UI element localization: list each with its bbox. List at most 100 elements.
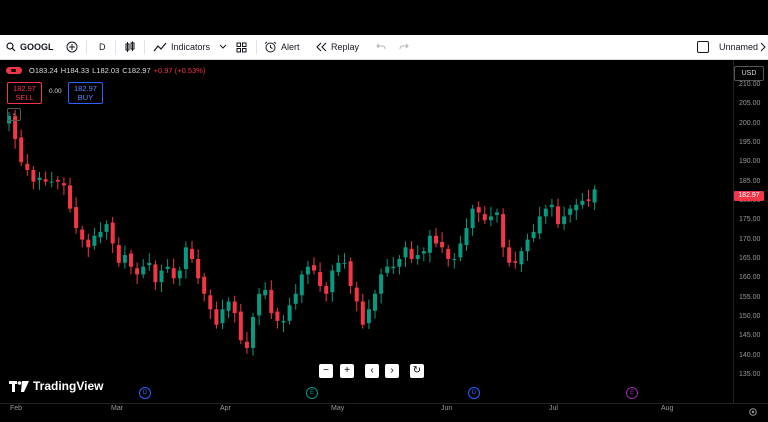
candle	[434, 228, 438, 248]
price-tick-label: 175.00	[739, 216, 761, 224]
spread-value: 0.00	[49, 88, 62, 95]
price-tick-label: 140.00	[739, 351, 761, 359]
candle	[421, 247, 426, 262]
divider	[115, 40, 116, 54]
candle	[415, 245, 420, 265]
candle	[549, 198, 554, 217]
time-tick-label: Mar	[111, 405, 124, 412]
price-tick-label: 185.00	[739, 177, 761, 185]
chevron-left-icon: ‹	[370, 365, 374, 376]
zoom-out-button[interactable]: −	[319, 364, 333, 378]
candle	[190, 241, 194, 263]
rewind-icon	[316, 42, 327, 52]
indicators-dropdown[interactable]	[219, 35, 227, 59]
candle	[440, 232, 445, 254]
tradingview-logo[interactable]: TradingView	[9, 379, 103, 393]
more-button[interactable]	[760, 35, 768, 59]
candle	[37, 171, 42, 190]
collapse-legend-button[interactable]: ⌄	[7, 108, 21, 121]
divider	[256, 40, 257, 54]
sell-price: 182.97	[13, 84, 36, 93]
price-tick-label: 155.00	[739, 293, 761, 301]
price-tick-label: 150.00	[739, 312, 761, 320]
reset-chart-button[interactable]: ↻	[410, 364, 424, 378]
candle	[348, 257, 353, 294]
candle	[366, 299, 371, 329]
candle	[427, 229, 432, 263]
price-tick-label: 210.00	[739, 80, 761, 88]
zoom-in-button[interactable]: +	[340, 364, 354, 378]
candle	[135, 262, 140, 285]
candle	[568, 204, 573, 223]
candle	[238, 303, 243, 345]
event-marker[interactable]: D	[468, 387, 480, 399]
ohlc-legend: O183.24 H184.33 L182.03 C182.97 +0.97 (+…	[6, 66, 205, 75]
candle	[202, 272, 207, 302]
sell-button[interactable]: 182.97 SELL	[7, 82, 42, 104]
top-toolbar: GOOGL D Indicators Alert Replay Unnamed	[0, 35, 768, 60]
layout-name-button[interactable]: Unnamed	[697, 35, 758, 59]
time-tick-label: Apr	[220, 405, 231, 412]
candle	[68, 177, 72, 213]
candle	[452, 253, 457, 269]
candles-icon	[125, 41, 135, 52]
alert-button[interactable]: Alert	[264, 35, 300, 59]
indicators-label: Indicators	[171, 42, 211, 52]
candle	[159, 264, 164, 292]
buy-button[interactable]: 182.97 BUY	[68, 82, 103, 104]
candle	[226, 297, 231, 319]
alert-label: Alert	[281, 42, 300, 52]
chevron-down-icon: ⌄	[11, 110, 17, 117]
search-icon	[6, 42, 16, 52]
chart-area[interactable]: O183.24 H184.33 L182.03 C182.97 +0.97 (+…	[0, 60, 768, 416]
scroll-left-button[interactable]: ‹	[365, 364, 379, 378]
settings-button[interactable]	[748, 404, 758, 422]
alarm-clock-icon	[264, 41, 277, 53]
visibility-toggle-icon[interactable]	[6, 67, 22, 74]
undo-button[interactable]	[376, 35, 386, 59]
layouts-button[interactable]	[236, 35, 247, 59]
candle	[269, 280, 274, 319]
interval-button[interactable]: D	[99, 35, 106, 59]
candle	[336, 255, 341, 276]
candle	[562, 206, 567, 230]
candle	[55, 176, 60, 190]
candle	[74, 197, 79, 234]
buy-label: BUY	[77, 93, 94, 102]
candle	[543, 204, 548, 225]
compare-button[interactable]	[66, 35, 78, 59]
candle	[171, 258, 176, 285]
checkbox-icon	[697, 41, 709, 53]
redo-button[interactable]	[399, 35, 409, 59]
candle	[513, 251, 518, 269]
candle	[385, 258, 390, 277]
candle	[330, 264, 335, 302]
indicators-button[interactable]: Indicators	[153, 35, 210, 59]
low-value: L182.03	[92, 66, 120, 75]
event-marker[interactable]: E	[626, 387, 638, 399]
candle	[92, 228, 97, 250]
divider	[144, 40, 145, 54]
candle	[495, 208, 499, 223]
undo-icon	[376, 43, 386, 50]
candle	[519, 247, 524, 273]
candle	[25, 154, 30, 176]
event-marker[interactable]: D	[139, 387, 151, 399]
candle	[507, 239, 512, 267]
candle	[129, 249, 133, 275]
candle	[61, 177, 66, 196]
replay-button[interactable]: Replay	[315, 35, 359, 59]
price-tick-label: 200.00	[739, 119, 761, 127]
currency-button[interactable]: USD	[734, 66, 764, 81]
candle	[31, 166, 36, 190]
symbol-search[interactable]: GOOGL	[6, 35, 54, 59]
price-tick-label: 205.00	[739, 100, 761, 108]
symbol-label: GOOGL	[20, 42, 54, 52]
candle	[275, 307, 280, 329]
event-marker[interactable]: E	[306, 387, 318, 399]
candle	[501, 208, 506, 258]
chart-type-button[interactable]	[124, 35, 136, 59]
price-tick-label: 165.00	[739, 254, 761, 262]
scroll-right-button[interactable]: ›	[385, 364, 399, 378]
add-circle-icon	[66, 41, 78, 53]
